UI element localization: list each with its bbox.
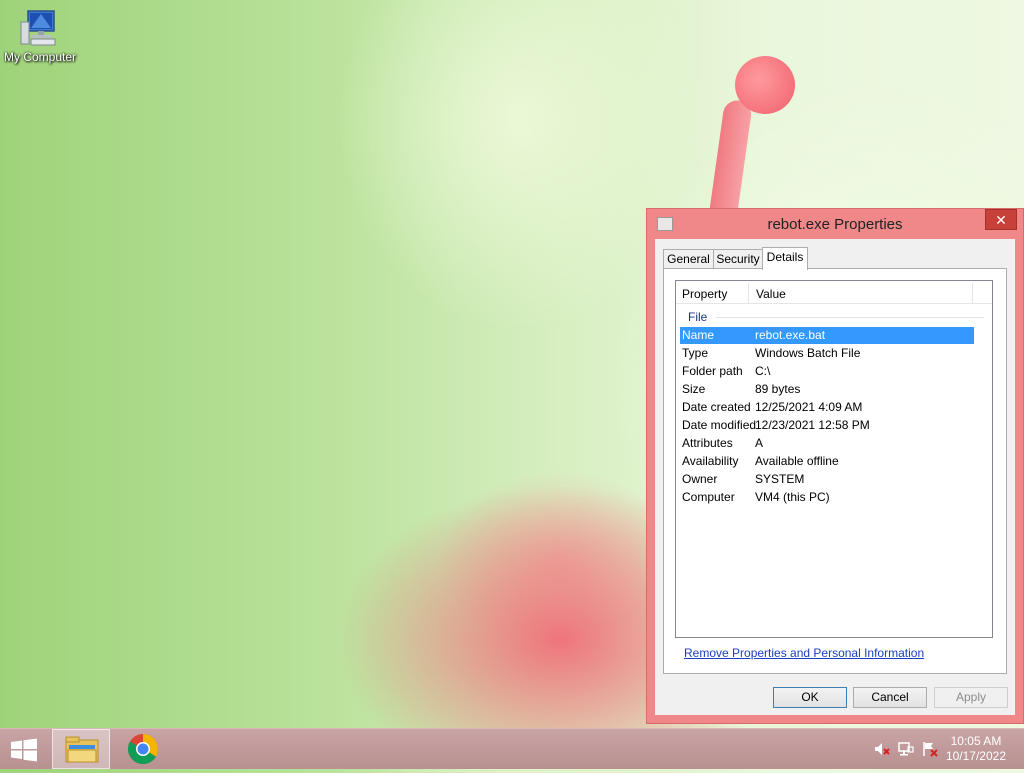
list-header: Property Value xyxy=(676,281,992,304)
tab-security[interactable]: Security xyxy=(713,249,763,268)
property-row-type[interactable]: Type Windows Batch File xyxy=(680,345,974,362)
tray-volume[interactable] xyxy=(874,741,890,757)
dialog-client-area: General Security Details Property Value … xyxy=(655,239,1015,715)
column-separator[interactable] xyxy=(748,283,749,303)
column-header-property[interactable]: Property xyxy=(682,287,727,301)
group-divider xyxy=(716,317,984,318)
property-value: rebot.exe.bat xyxy=(755,328,826,342)
property-row-size[interactable]: Size 89 bytes xyxy=(680,381,974,398)
property-row-availability[interactable]: Availability Available offline xyxy=(680,453,974,470)
property-row-owner[interactable]: Owner SYSTEM xyxy=(680,471,974,488)
properties-dialog: rebot.exe Properties ✕ General Security … xyxy=(646,208,1024,724)
property-value: 12/25/2021 4:09 AM xyxy=(755,400,863,414)
property-key: Computer xyxy=(682,490,735,504)
cancel-button[interactable]: Cancel xyxy=(853,687,927,708)
property-key: Folder path xyxy=(682,364,743,378)
property-value: VM4 (this PC) xyxy=(755,490,830,504)
chrome-icon xyxy=(127,734,158,765)
action-center-flag-icon xyxy=(923,742,938,757)
column-header-value[interactable]: Value xyxy=(756,287,786,301)
property-key: Owner xyxy=(682,472,718,486)
property-value: Windows Batch File xyxy=(755,346,861,360)
property-row-folder-path[interactable]: Folder path C:\ xyxy=(680,363,974,380)
property-value: 89 bytes xyxy=(755,382,801,396)
tray-network[interactable] xyxy=(898,741,914,757)
group-header-file: File xyxy=(688,310,708,324)
apply-button[interactable]: Apply xyxy=(934,687,1008,708)
network-icon xyxy=(898,742,914,756)
clock-time: 10:05 AM xyxy=(950,734,1002,748)
property-key: Type xyxy=(682,346,709,360)
file-explorer-icon xyxy=(65,736,99,763)
property-key: Date created xyxy=(682,400,751,414)
dialog-titlebar[interactable]: rebot.exe Properties ✕ xyxy=(647,209,1023,239)
close-icon: ✕ xyxy=(995,212,1007,228)
wallpaper-flower-stigma xyxy=(735,56,795,114)
property-row-date-modified[interactable]: Date modified 12/23/2021 12:58 PM xyxy=(680,417,974,434)
property-key: Size xyxy=(682,382,706,396)
dialog-title: rebot.exe Properties xyxy=(767,216,903,233)
computer-icon xyxy=(19,8,61,48)
tab-general[interactable]: General xyxy=(663,249,714,268)
remove-properties-link[interactable]: Remove Properties and Personal Informati… xyxy=(684,646,924,660)
taskbar-clock[interactable]: 10:05 AM 10/17/2022 xyxy=(946,734,1006,764)
property-key: Name xyxy=(682,328,715,342)
column-separator[interactable] xyxy=(972,283,973,303)
property-value: A xyxy=(755,436,764,450)
property-value: 12/23/2021 12:58 PM xyxy=(755,418,870,432)
volume-muted-icon xyxy=(875,743,890,755)
property-row-computer[interactable]: Computer VM4 (this PC) xyxy=(680,489,974,506)
desktop-icon-label: My Computer xyxy=(3,50,77,64)
tray-action-center[interactable] xyxy=(922,741,938,757)
property-value: SYSTEM xyxy=(755,472,805,486)
details-panel: Property Value File Name rebot.exe.bat T… xyxy=(663,268,1007,674)
close-button[interactable]: ✕ xyxy=(985,209,1017,230)
taskbar: 10:05 AM 10/17/2022 xyxy=(0,728,1024,769)
desktop-icon-my-computer[interactable]: My Computer xyxy=(2,8,78,64)
property-row-name[interactable]: Name rebot.exe.bat xyxy=(680,327,974,344)
clock-date: 10/17/2022 xyxy=(945,749,1006,763)
ok-button[interactable]: OK xyxy=(773,687,847,708)
property-value: Available offline xyxy=(755,454,839,468)
property-key: Date modified xyxy=(682,418,757,432)
property-row-date-created[interactable]: Date created 12/25/2021 4:09 AM xyxy=(680,399,974,416)
tab-details[interactable]: Details xyxy=(762,247,808,270)
property-row-attributes[interactable]: Attributes A xyxy=(680,435,974,452)
taskbar-chrome[interactable] xyxy=(114,729,172,769)
taskbar-file-explorer[interactable] xyxy=(52,729,110,769)
start-button[interactable] xyxy=(10,738,38,762)
property-key: Attributes xyxy=(682,436,733,450)
details-list[interactable]: Property Value File Name rebot.exe.bat T… xyxy=(675,280,993,638)
property-key: Availability xyxy=(682,454,739,468)
property-value: C:\ xyxy=(755,364,771,378)
windows-logo-icon xyxy=(11,738,37,762)
